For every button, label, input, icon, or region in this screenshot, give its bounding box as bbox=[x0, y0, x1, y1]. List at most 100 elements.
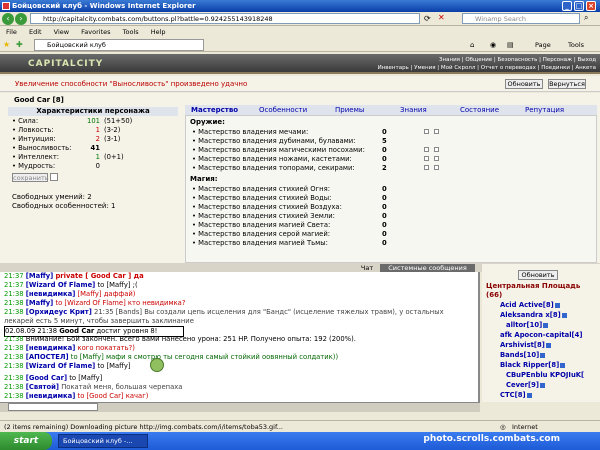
save-button[interactable]: сохранить bbox=[12, 173, 49, 182]
menu-character[interactable]: Персонаж bbox=[543, 57, 572, 63]
stat-value: 1 bbox=[95, 153, 100, 161]
skill-row: • Мастерство владения топорами, секирами… bbox=[192, 164, 592, 173]
skill-minus-icon[interactable] bbox=[424, 156, 429, 161]
menu-inventory[interactable]: Инвентарь bbox=[378, 65, 409, 71]
menu-favorites[interactable]: Favorites bbox=[81, 28, 110, 36]
menu-battles[interactable]: Поединки bbox=[541, 65, 570, 71]
chat-input[interactable] bbox=[8, 403, 98, 411]
skill-minus-icon[interactable] bbox=[424, 129, 429, 134]
char-name[interactable]: Good Car [8] bbox=[14, 96, 64, 104]
maximize-button[interactable]: □ bbox=[574, 1, 584, 11]
skill-row: • Мастерство владения ножами, кастетами:… bbox=[192, 155, 592, 164]
player-entry[interactable]: afk Apocon-capital[4] bbox=[486, 330, 600, 340]
menu-file[interactable]: File bbox=[6, 28, 17, 36]
add-favorites-icon[interactable]: ✚ bbox=[16, 40, 23, 49]
player-entry[interactable]: Aleksandra x[8] bbox=[486, 310, 600, 320]
stat-value: 101 bbox=[87, 117, 100, 125]
menu-profile[interactable]: Анкета bbox=[575, 65, 596, 71]
menu-tools[interactable]: Tools bbox=[123, 28, 139, 36]
skill-plus-icon[interactable] bbox=[434, 165, 439, 170]
skill-plus-icon[interactable] bbox=[434, 147, 439, 152]
chat-line: 21:38 [Орхидеус Крит] 21:35 [Bands] Вы с… bbox=[4, 308, 444, 316]
chat-line: 21:38 [невидимка] кого покатать?) bbox=[4, 344, 135, 352]
menu-social[interactable]: Общение bbox=[465, 57, 492, 63]
tools-menu[interactable]: Tools bbox=[568, 41, 584, 49]
menu-security[interactable]: Безопасность bbox=[498, 57, 538, 63]
skill-row: • Мастерство владения стихией Воздуха: 0 bbox=[192, 203, 387, 211]
close-button[interactable]: × bbox=[586, 1, 596, 11]
window-title: Бойцовский клуб - Windows Internet Explo… bbox=[12, 2, 196, 10]
favorites-star-icon[interactable]: ★ bbox=[3, 40, 10, 49]
stat-extra: (0+1) bbox=[104, 153, 124, 161]
url-field[interactable]: http://capitalcity.combats.com/buttons.p… bbox=[30, 13, 420, 24]
stat-row: • Сила: 101 (51+50) bbox=[12, 117, 172, 126]
tab-techniques[interactable]: Приемы bbox=[335, 105, 364, 115]
minimize-button[interactable]: _ bbox=[562, 1, 572, 11]
location-title: Центральная Площадь (66) bbox=[486, 282, 581, 299]
stat-value: 1 bbox=[95, 126, 100, 134]
stat-extra: (51+50) bbox=[104, 117, 133, 125]
feeds-icon[interactable]: ◉ bbox=[490, 41, 496, 49]
skill-row: • Мастерство владения серой магией: 0 bbox=[192, 230, 387, 238]
save-checkbox[interactable] bbox=[50, 173, 58, 181]
people-refresh-button[interactable]: Обновить bbox=[518, 270, 558, 280]
stat-row: • Выносливость: 41 bbox=[12, 144, 100, 152]
player-entry[interactable]: Bands[10] bbox=[486, 350, 600, 360]
menu-scroll[interactable]: Мой Скролл bbox=[441, 65, 475, 71]
player-entry[interactable]: Arshivist[8] bbox=[486, 340, 600, 350]
tab-chat[interactable]: Чат bbox=[357, 264, 377, 272]
menu-exit[interactable]: Выход bbox=[577, 57, 596, 63]
player-entry[interactable]: CBuPEnblu KPOJIuK[ bbox=[486, 370, 600, 380]
return-button[interactable]: Вернуться bbox=[548, 79, 586, 89]
magic-category: Магия: bbox=[190, 175, 218, 183]
tab-mastery[interactable]: Мастерство bbox=[191, 105, 238, 115]
skill-row: • Мастерство владения магией Света: 0 bbox=[192, 221, 387, 229]
refresh-button[interactable]: Обновить bbox=[505, 79, 543, 89]
search-input[interactable]: Winamp Search bbox=[462, 13, 580, 24]
skills-list: Оружие: • Мастерство владения мечами: 0 •… bbox=[185, 115, 597, 263]
search-icon[interactable]: ⌕ bbox=[584, 13, 588, 23]
start-button[interactable]: start bbox=[0, 432, 52, 450]
player-entry[interactable]: alltor[10] bbox=[486, 320, 600, 330]
menu-transfers[interactable]: Отчет о переводах bbox=[481, 65, 536, 71]
browser-tab[interactable]: Бойцовский клуб bbox=[34, 39, 204, 51]
skill-row: • Мастерство владения магией Тьмы: 0 bbox=[192, 239, 387, 247]
forward-icon[interactable]: › bbox=[15, 13, 27, 25]
stop-icon[interactable]: ✕ bbox=[438, 13, 445, 22]
player-entry[interactable]: CTC[8] bbox=[486, 390, 600, 400]
stat-extra: (3-2) bbox=[104, 126, 121, 134]
status-text: (2 items remaining) Downloading picture … bbox=[4, 423, 283, 431]
page-menu[interactable]: Page bbox=[535, 41, 551, 49]
tab-features[interactable]: Особенности bbox=[259, 105, 307, 115]
skill-row: • Мастерство владения дубинами, булавами… bbox=[192, 137, 387, 145]
taskbar-item[interactable]: Бойцовский клуб -... bbox=[58, 434, 148, 448]
chat-line: лекарей есть 5 минут, чтобы завершить за… bbox=[4, 317, 194, 325]
watermark: photo.scrolls.combats.com bbox=[423, 434, 560, 444]
skill-minus-icon[interactable] bbox=[424, 147, 429, 152]
player-entry[interactable]: Acid Active[8] bbox=[486, 300, 600, 310]
chat-line: 21:38 [Good Car] to [Maffy] bbox=[4, 374, 103, 382]
address-bar: ‹ › http://capitalcity.combats.com/butto… bbox=[0, 12, 600, 26]
home-icon[interactable]: ⌂ bbox=[470, 41, 474, 49]
char-stats-header: Характеристики персонажа bbox=[8, 107, 178, 116]
menu-knowledge[interactable]: Знания bbox=[439, 57, 460, 63]
tab-reputation[interactable]: Репутация bbox=[525, 105, 564, 115]
notice-message: Увеличение способности "Выносливость" пр… bbox=[15, 80, 248, 88]
menu-edit[interactable]: Edit bbox=[29, 28, 42, 36]
menu-view[interactable]: View bbox=[54, 28, 69, 36]
skill-plus-icon[interactable] bbox=[434, 129, 439, 134]
back-icon[interactable]: ‹ bbox=[2, 13, 14, 25]
skill-minus-icon[interactable] bbox=[424, 165, 429, 170]
skill-plus-icon[interactable] bbox=[434, 156, 439, 161]
skill-tabs: Мастерство Особенности Приемы Знания Сос… bbox=[185, 105, 597, 115]
print-icon[interactable]: ▤ bbox=[507, 41, 514, 49]
player-entry[interactable]: Cever[9] bbox=[486, 380, 600, 390]
stat-row: • Ловкость: 1 (3-2) bbox=[12, 126, 172, 135]
menu-skills[interactable]: Умения bbox=[414, 65, 435, 71]
refresh-icon[interactable]: ⟳ bbox=[424, 14, 431, 23]
player-entry[interactable]: Black Ripper[8] bbox=[486, 360, 600, 370]
tab-knowledge[interactable]: Знания bbox=[400, 105, 427, 115]
menu-help[interactable]: Help bbox=[151, 28, 166, 36]
tab-state[interactable]: Состояние bbox=[460, 105, 499, 115]
tab-system-messages[interactable]: Системные сообщения bbox=[380, 264, 475, 272]
